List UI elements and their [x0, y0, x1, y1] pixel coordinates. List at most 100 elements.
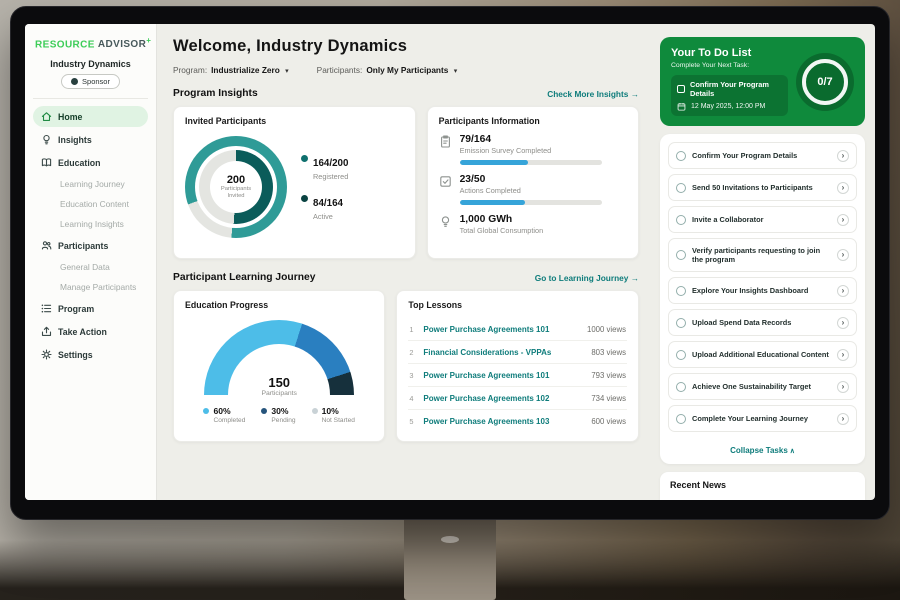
- task-checkbox[interactable]: [676, 250, 686, 260]
- task-row-upload-spend-data[interactable]: Upload Spend Data Records: [668, 309, 857, 336]
- task-chevron-icon[interactable]: [837, 285, 849, 297]
- task-checkbox[interactable]: [676, 286, 686, 296]
- next-task-label: Confirm Your Program Details: [690, 80, 782, 98]
- program-insights-title: Program Insights: [173, 88, 258, 99]
- lesson-row: 4 Power Purchase Agreements 102 734 view…: [408, 387, 627, 410]
- task-checkbox[interactable]: [676, 318, 686, 328]
- sidebar-item-insights[interactable]: Insights: [33, 129, 148, 150]
- tasks-list-card: Confirm Your Program Details Send 50 Inv…: [660, 134, 865, 464]
- next-task-checkbox[interactable]: [677, 85, 685, 93]
- task-chevron-icon[interactable]: [837, 150, 849, 162]
- task-chevron-icon[interactable]: [837, 214, 849, 226]
- invited-legend: 164/200 Registered 84/164 Active: [301, 153, 348, 221]
- take-action-icon: [41, 326, 52, 337]
- task-checkbox[interactable]: [676, 183, 686, 193]
- task-row-confirm-program[interactable]: Confirm Your Program Details: [668, 142, 857, 169]
- sponsor-label: Sponsor: [82, 77, 110, 86]
- lesson-link[interactable]: Power Purchase Agreements 101: [423, 371, 584, 380]
- sidebar-item-label: General Data: [60, 262, 110, 272]
- sidebar-item-home[interactable]: Home: [33, 106, 148, 127]
- sidebar-item-label: Insights: [58, 135, 92, 145]
- consumption-label: Total Global Consumption: [460, 226, 544, 235]
- todo-progress-value: 0/7: [817, 76, 832, 88]
- actions-progress-fill: [460, 200, 525, 205]
- program-filter-dropdown[interactable]: Program:Industrialize Zero: [173, 65, 289, 75]
- sidebar-item-learning-insights[interactable]: Learning Insights: [33, 215, 148, 233]
- lesson-views: 793 views: [591, 371, 626, 380]
- go-to-learning-journey-link[interactable]: Go to Learning Journey: [535, 273, 639, 283]
- sidebar-item-participants[interactable]: Participants: [33, 235, 148, 256]
- sidebar-item-label: Learning Journey: [60, 179, 125, 189]
- check-more-insights-link[interactable]: Check More Insights: [547, 89, 639, 99]
- lesson-views: 734 views: [591, 394, 626, 403]
- invited-participants-card: Invited Participants 200 Participants In…: [173, 106, 416, 259]
- sidebar-divider: [33, 98, 148, 99]
- filter-bar: Program:Industrialize Zero Participants:…: [173, 65, 639, 75]
- task-chevron-icon[interactable]: [837, 349, 849, 361]
- task-row-invite-collaborator[interactable]: Invite a Collaborator: [668, 206, 857, 233]
- education-progress-card: Education Progress 150 Participants 60%: [173, 290, 385, 442]
- insights-icon: [41, 134, 52, 145]
- legend-item-completed: 60% Completed: [203, 406, 245, 424]
- consumption-value: 1,000 GWh: [460, 214, 544, 225]
- participants-filter-dropdown[interactable]: Participants:Only My Participants: [317, 65, 458, 75]
- task-checkbox[interactable]: [676, 414, 686, 424]
- lesson-rank: 4: [409, 394, 416, 403]
- completed-dot: [203, 408, 209, 414]
- participants-icon: [41, 240, 52, 251]
- sidebar-item-manage-participants[interactable]: Manage Participants: [33, 278, 148, 296]
- sidebar-item-label: Education Content: [60, 199, 129, 209]
- next-task-box: Confirm Your Program Details 12 May 2025…: [671, 75, 788, 116]
- sidebar-item-take-action[interactable]: Take Action: [33, 321, 148, 342]
- calendar-icon: [677, 102, 686, 111]
- lesson-views: 1000 views: [587, 325, 626, 334]
- lesson-link[interactable]: Power Purchase Agreements 101: [423, 325, 580, 334]
- not-started-label: Not Started: [322, 417, 355, 424]
- task-chevron-icon[interactable]: [837, 249, 849, 261]
- task-row-verify-participants[interactable]: Verify participants requesting to join t…: [668, 238, 857, 272]
- task-row-send-invitations[interactable]: Send 50 Invitations to Participants: [668, 174, 857, 201]
- task-chevron-icon[interactable]: [837, 317, 849, 329]
- task-chevron-icon[interactable]: [837, 381, 849, 393]
- task-label: Send 50 Invitations to Participants: [692, 183, 831, 193]
- sidebar-item-label: Settings: [58, 350, 93, 360]
- task-chevron-icon[interactable]: [837, 413, 849, 425]
- task-checkbox[interactable]: [676, 215, 686, 225]
- task-chevron-icon[interactable]: [837, 182, 849, 194]
- learning-journey-title: Participant Learning Journey: [173, 272, 315, 283]
- invited-center-value: 200: [227, 174, 245, 186]
- registered-label: Registered: [313, 172, 348, 181]
- task-checkbox[interactable]: [676, 382, 686, 392]
- lesson-link[interactable]: Power Purchase Agreements 102: [423, 394, 584, 403]
- sponsor-badge[interactable]: Sponsor: [61, 74, 120, 89]
- task-checkbox[interactable]: [676, 151, 686, 161]
- sidebar-item-learning-journey[interactable]: Learning Journey: [33, 175, 148, 193]
- collapse-tasks-link[interactable]: Collapse Tasks: [668, 441, 857, 458]
- invited-donut-ring-outer: 200 Participants Invited: [185, 136, 287, 238]
- main-content: Welcome, Industry Dynamics Program:Indus…: [157, 24, 651, 500]
- task-row-complete-learning-journey[interactable]: Complete Your Learning Journey: [668, 405, 857, 432]
- task-row-achieve-target[interactable]: Achieve One Sustainability Target: [668, 373, 857, 400]
- invited-donut-gap: 200 Participants Invited: [195, 146, 277, 228]
- lesson-row: 5 Power Purchase Agreements 103 600 view…: [408, 410, 627, 432]
- lesson-link[interactable]: Power Purchase Agreements 103: [423, 417, 584, 426]
- sidebar-item-program[interactable]: Program: [33, 298, 148, 319]
- lesson-link[interactable]: Financial Considerations - VPPAs: [423, 348, 584, 357]
- sidebar-item-general-data[interactable]: General Data: [33, 258, 148, 276]
- education-icon: [41, 157, 52, 168]
- sidebar-item-education-content[interactable]: Education Content: [33, 195, 148, 213]
- sidebar-item-settings[interactable]: Settings: [33, 344, 148, 365]
- todo-subtitle: Complete Your Next Task:: [671, 62, 788, 69]
- lesson-row: 2 Financial Considerations - VPPAs 803 v…: [408, 341, 627, 364]
- active-dot: [301, 195, 308, 202]
- participants-information-card: Participants Information 79/164 Emission…: [427, 106, 639, 259]
- participants-filter-label: Participants:: [317, 65, 363, 75]
- task-row-upload-educational-content[interactable]: Upload Additional Educational Content: [668, 341, 857, 368]
- legend-item-registered: 164/200 Registered: [301, 153, 348, 181]
- education-legend: 60% Completed 30% Pending 10% Not Starte…: [203, 406, 354, 424]
- sidebar-item-education[interactable]: Education: [33, 152, 148, 173]
- learning-journey-header: Participant Learning Journey Go to Learn…: [173, 272, 639, 283]
- task-checkbox[interactable]: [676, 350, 686, 360]
- emission-survey-label: Emission Survey Completed: [460, 146, 602, 155]
- task-row-explore-insights[interactable]: Explore Your Insights Dashboard: [668, 277, 857, 304]
